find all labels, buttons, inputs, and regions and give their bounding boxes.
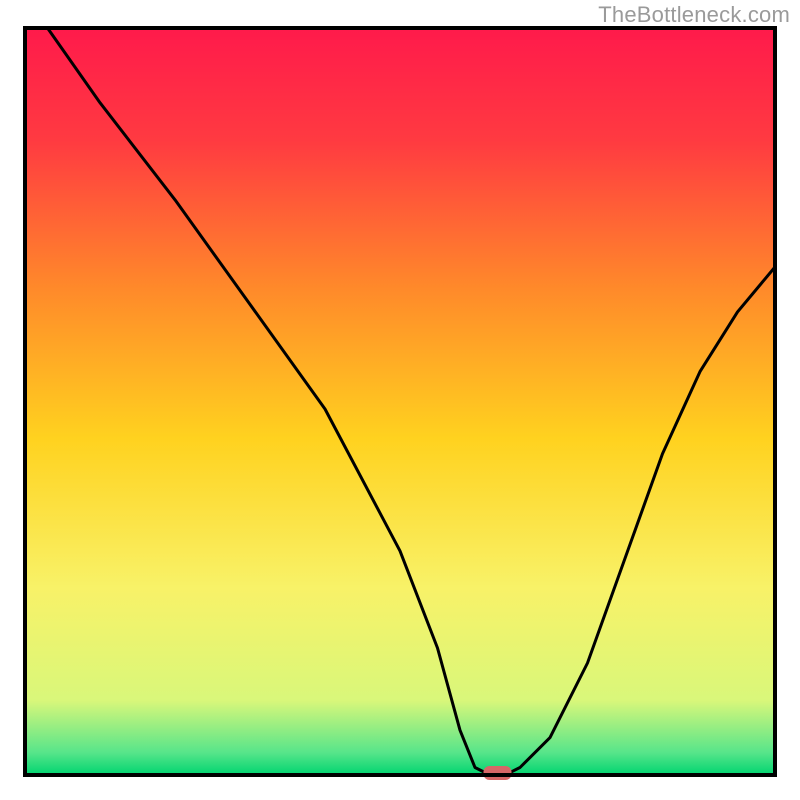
chart-container: TheBottleneck.com	[0, 0, 800, 800]
plot-background	[25, 28, 775, 775]
watermark-text: TheBottleneck.com	[598, 2, 790, 28]
bottleneck-chart	[0, 0, 800, 800]
